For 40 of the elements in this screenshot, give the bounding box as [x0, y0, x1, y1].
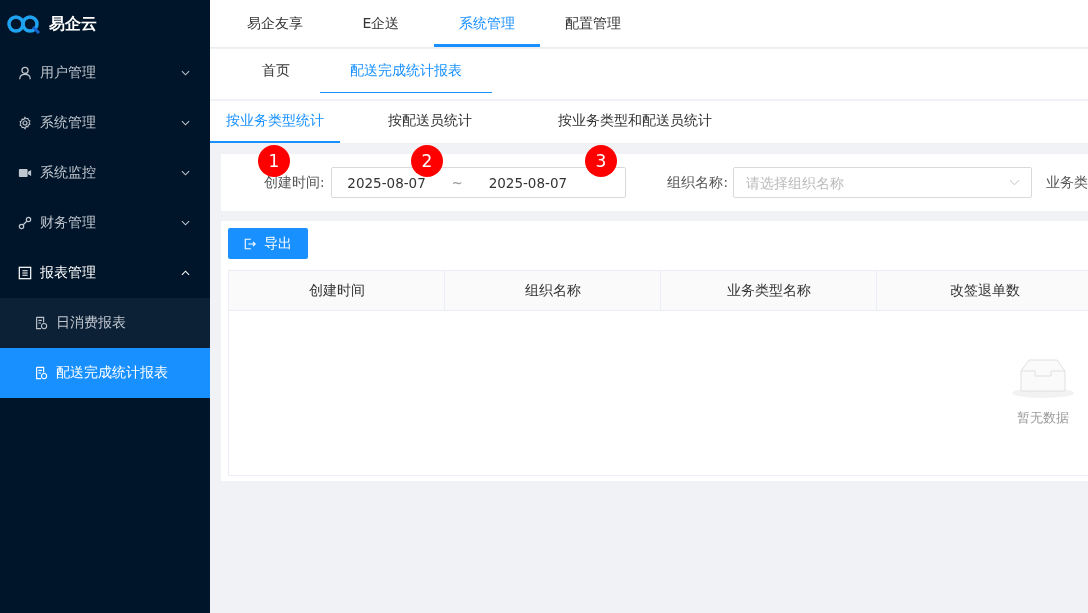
settings-icon [18, 116, 32, 130]
number-badge: 1 [258, 145, 290, 177]
number-badge: 3 [585, 145, 617, 177]
empty-box-icon [1011, 357, 1075, 399]
user-icon [18, 66, 32, 80]
caret-up-icon [181, 270, 190, 276]
page-tab[interactable]: 首页 [232, 49, 320, 93]
caret-down-icon [181, 220, 190, 226]
field-label: 组织名称: [667, 173, 728, 192]
logo-icon [7, 13, 41, 35]
nav-tab[interactable]: 配置管理 [540, 0, 646, 47]
document-icon [34, 366, 48, 380]
report-icon [18, 266, 32, 280]
column-header: 业务类型名称 [661, 271, 877, 310]
sidebar-item[interactable]: 用户管理 [0, 48, 210, 98]
sidebar-item[interactable]: 财务管理 [0, 198, 210, 248]
camera-icon [18, 166, 32, 180]
sidebar-item[interactable]: 报表管理 [0, 248, 210, 298]
caret-down-icon [181, 120, 190, 126]
empty-message: 暂无数据 [1017, 409, 1069, 427]
app-name: 易企云 [49, 13, 97, 35]
column-header: 改签退单数 [877, 271, 1088, 310]
caret-down-icon [181, 70, 190, 76]
column-header: 创建时间 [229, 271, 445, 310]
sidebar-item[interactable]: 系统管理 [0, 98, 210, 148]
sidebar-item[interactable]: 系统监控 [0, 148, 210, 198]
chevron-down-icon [1009, 179, 1020, 186]
link-icon [18, 216, 32, 230]
report-tab[interactable]: 按业务类型和配送员统计 [520, 101, 750, 143]
nav-tab[interactable]: 易企友享 [222, 0, 328, 47]
caret-down-icon [181, 170, 190, 176]
document-icon [34, 316, 48, 330]
field-label: 业务类 [1046, 173, 1088, 192]
number-badge: 2 [411, 145, 443, 177]
column-header: 组织名称 [445, 271, 661, 310]
nav-tab[interactable]: E企送 [328, 0, 434, 47]
org-select[interactable]: 请选择组织名称 [733, 167, 1032, 198]
report-tab[interactable]: 按配送员统计 [340, 101, 520, 143]
sidebar-subitem[interactable]: 日消费报表 [0, 298, 210, 348]
export-icon [244, 237, 256, 250]
